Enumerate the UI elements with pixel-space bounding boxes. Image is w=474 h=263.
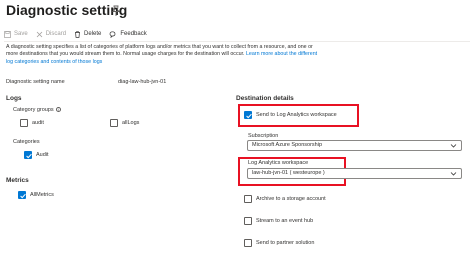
info-icon: i [55,107,61,113]
delete-label: Delete [84,31,102,37]
allmetrics-checkbox[interactable] [18,191,26,199]
delete-icon [75,30,81,38]
logs-heading: Logs [6,95,22,102]
pin-icon[interactable] [110,5,122,17]
audit-category-label: Audit [36,152,49,158]
archive-label: Archive to a storage account [256,196,326,202]
description: A diagnostic setting specifies a list of… [6,44,324,66]
workspace-dropdown[interactable]: law-hub-jvn-01 ( westeurope ) [247,168,462,179]
log-analytics-label: Send to Log Analytics workspace [256,112,337,118]
audit-group-checkbox[interactable] [20,119,28,127]
save-icon [4,30,11,38]
discard-icon [36,31,42,37]
chevron-down-icon [450,172,457,176]
event-hub-checkbox[interactable] [244,217,252,225]
toolbar-divider [4,41,470,42]
audit-group-label: audit [32,120,44,126]
feedback-button[interactable]: Feedback [109,30,147,38]
setting-name-value[interactable]: diag-law-hub-jvn-01 [118,79,166,85]
discard-button[interactable]: Discard [36,31,66,38]
log-analytics-checkbox[interactable] [244,111,252,119]
subscription-dropdown[interactable]: Microsoft Azure Sponsorship [247,140,462,151]
save-label: Save [14,31,28,37]
category-groups-text: Category groups [13,107,54,113]
partner-label: Send to partner solution [256,240,315,246]
category-groups-label: Category groups i [13,107,61,113]
subscription-label: Subscription [248,133,279,139]
partner-checkbox[interactable] [244,239,252,247]
setting-name-label: Diagnostic setting name [6,79,65,85]
checkmark-icon [246,113,252,119]
alllogs-checkbox[interactable] [110,119,118,127]
checkmark-icon [26,153,32,159]
allmetrics-label: AllMetrics [30,192,54,198]
delete-button[interactable]: Delete [74,30,102,38]
metrics-heading: Metrics [6,177,29,184]
categories-label: Categories [13,139,40,145]
subscription-value: Microsoft Azure Sponsorship [252,142,323,148]
feedback-icon [110,30,116,38]
save-button[interactable]: Save [4,30,28,38]
alllogs-label: allLogs [122,120,140,126]
workspace-value: law-hub-jvn-01 ( westeurope ) [252,170,325,176]
chevron-down-icon [450,144,457,148]
checkmark-icon [20,193,26,199]
archive-checkbox[interactable] [244,195,252,203]
workspace-label: Log Analytics workspace [248,160,309,166]
discard-label: Discard [45,31,67,37]
feedback-label: Feedback [120,31,147,37]
event-hub-label: Stream to an event hub [256,218,314,224]
command-bar: Save Discard Delete Feedback [4,27,155,41]
audit-category-checkbox[interactable] [24,151,32,159]
destination-heading: Destination details [236,95,294,102]
